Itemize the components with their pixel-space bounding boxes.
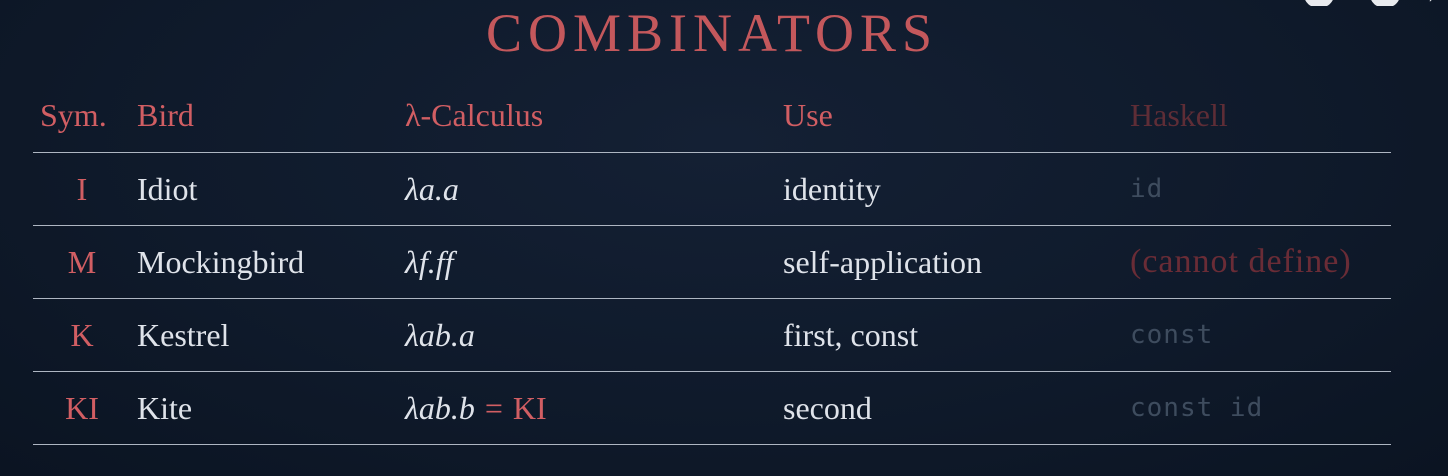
table-row: M Mockingbird λf.ff self-application (ca… [33, 226, 1391, 299]
table-row: K Kestrel λab.a first, const const [33, 299, 1391, 372]
row-haskell: id [1130, 174, 1164, 204]
row-sym: M [67, 243, 97, 280]
combinator-table: Sym. Bird λ-Calculus Use Haskell I Idiot… [33, 78, 1391, 445]
row-lambda-term: λab.b [405, 389, 475, 426]
row-lambda: λa.a [405, 170, 459, 207]
row-lambda: λf.ff [405, 243, 454, 280]
row-lambda: λab.a [405, 316, 475, 353]
row-bird: Mockingbird [137, 243, 305, 280]
row-bird: Kite [137, 389, 193, 426]
row-haskell: const [1130, 320, 1214, 350]
header-haskell: Haskell [1130, 96, 1228, 133]
row-haskell: const id [1130, 393, 1264, 423]
header-use: Use [783, 96, 833, 133]
header-lambda-calculus: λ-Calculus [405, 96, 544, 133]
header-bird: Bird [137, 96, 194, 133]
table-header-row: Sym. Bird λ-Calculus Use Haskell [33, 78, 1391, 153]
row-bird: Kestrel [137, 316, 230, 353]
slide-title: COMBINATORS [485, 3, 939, 63]
row-sym: KI [65, 389, 99, 426]
row-use: identity [783, 170, 881, 207]
row-sym: K [70, 316, 94, 353]
table-row: KI Kite λab.b = KI second const id [33, 372, 1391, 445]
row-use: self-application [783, 243, 983, 280]
row-use: first, const [783, 316, 919, 353]
row-lambda-equals: = [484, 389, 503, 426]
row-lambda-alias: KI [512, 389, 547, 426]
row-bird: Idiot [137, 170, 198, 207]
row-use: second [783, 389, 872, 426]
row-haskell: (cannot define) [1130, 243, 1352, 280]
header-sym: Sym. [40, 96, 107, 133]
chevron-right-icon[interactable]: › [1428, 0, 1436, 6]
table-row: I Idiot λa.a identity id [33, 153, 1391, 226]
row-lambda: λab.b = KI [405, 372, 547, 444]
row-sym: I [76, 170, 88, 207]
